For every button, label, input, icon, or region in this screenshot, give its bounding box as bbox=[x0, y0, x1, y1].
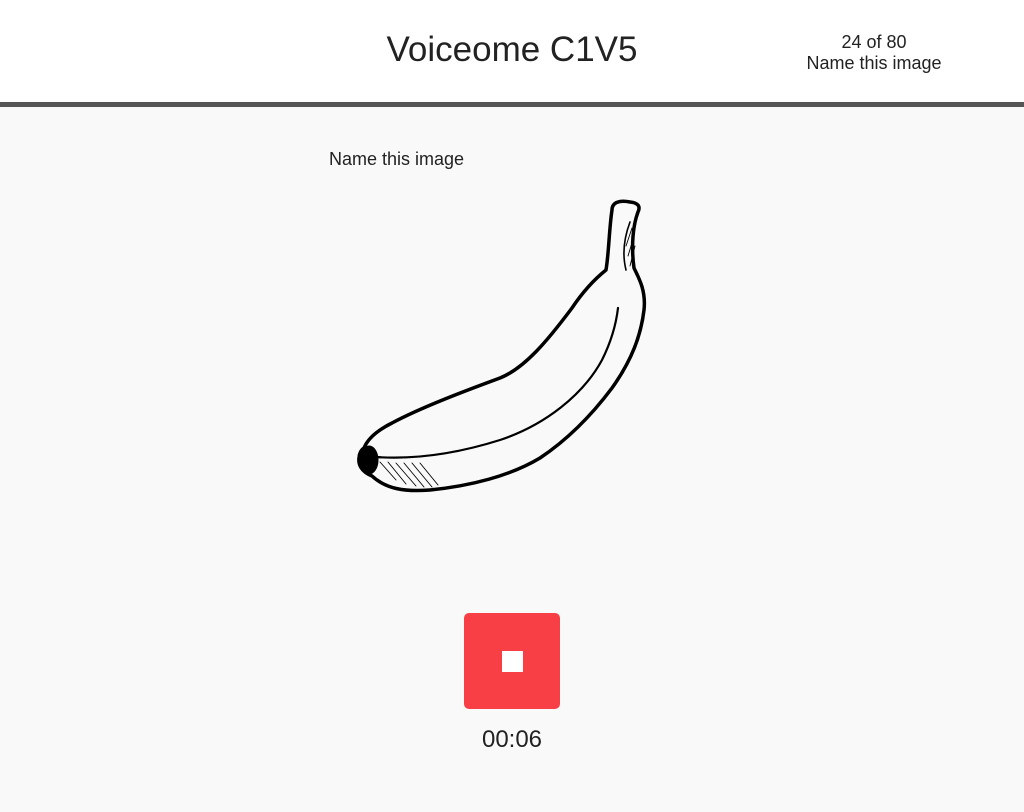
task-name: Name this image bbox=[806, 53, 942, 73]
stem-ridge bbox=[623, 221, 631, 271]
progress-info: 24 of 80 Name this image bbox=[790, 32, 958, 74]
header-bar: Voiceome C1V5 24 of 80 Name this image bbox=[0, 0, 1024, 107]
banana-ridge bbox=[374, 306, 620, 459]
stop-icon bbox=[502, 651, 523, 672]
task-prompt: Name this image bbox=[329, 149, 465, 169]
tip-hatching bbox=[379, 461, 439, 488]
banana-image bbox=[357, 199, 647, 493]
stop-recording-button[interactable] bbox=[464, 613, 560, 709]
banana-tip bbox=[359, 445, 379, 475]
recording-timer: 00:06 bbox=[481, 726, 543, 753]
progress-counter: 24 of 80 bbox=[841, 32, 907, 52]
banana-outline bbox=[357, 199, 647, 493]
